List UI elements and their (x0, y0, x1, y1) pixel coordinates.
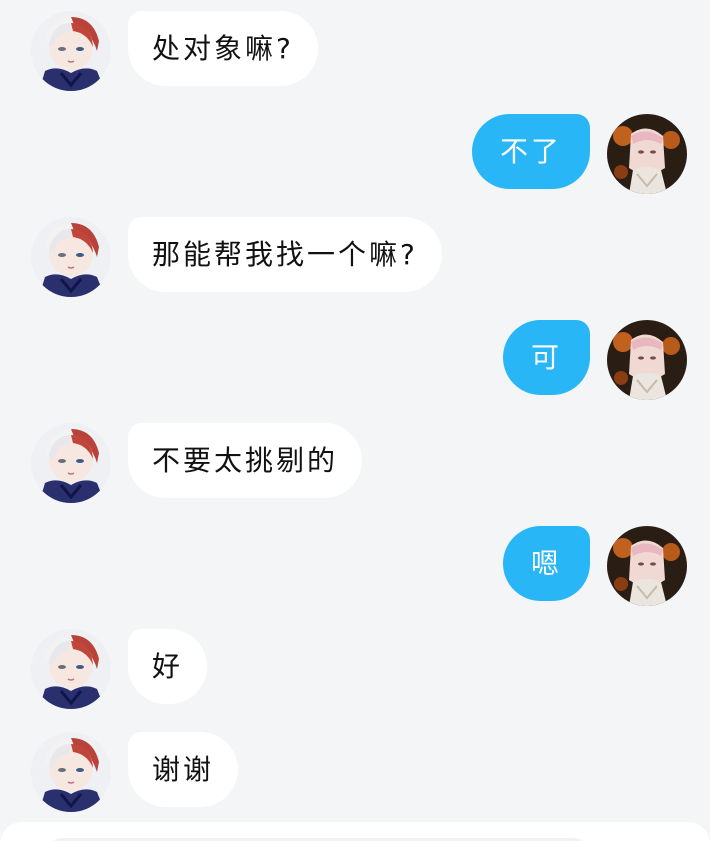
user-avatar[interactable] (607, 320, 687, 400)
contact-avatar[interactable] (31, 732, 111, 812)
message-row: 谢谢 (0, 732, 710, 812)
received-message-bubble[interactable]: 谢谢 (128, 732, 239, 807)
contact-avatar[interactable] (31, 11, 111, 91)
sent-message-bubble[interactable]: 可 (502, 320, 590, 395)
user-avatar[interactable] (607, 114, 687, 194)
message-row: 不了 (0, 114, 710, 194)
message-row: 嗯 (0, 526, 710, 606)
chat-view: 处对象嘛? 不了 那能帮我找一个嘛? 可 不要太挑剔的 嗯 好 谢谢 (0, 0, 710, 841)
received-message-bubble[interactable]: 处对象嘛? (128, 11, 318, 86)
message-row: 不要太挑剔的 (0, 423, 710, 503)
received-message-bubble[interactable]: 好 (128, 629, 208, 704)
contact-avatar[interactable] (31, 629, 111, 709)
message-row: 那能帮我找一个嘛? (0, 217, 710, 297)
message-row: 可 (0, 320, 710, 400)
user-avatar[interactable] (607, 526, 687, 606)
sent-message-bubble[interactable]: 嗯 (502, 526, 590, 601)
contact-avatar[interactable] (31, 217, 111, 297)
received-message-bubble[interactable]: 不要太挑剔的 (128, 423, 363, 498)
message-row: 好 (0, 629, 710, 709)
sent-message-bubble[interactable]: 不了 (471, 114, 590, 189)
input-bar (0, 822, 710, 841)
message-row: 处对象嘛? (0, 11, 710, 91)
received-message-bubble[interactable]: 那能帮我找一个嘛? (128, 217, 442, 292)
contact-avatar[interactable] (31, 423, 111, 503)
